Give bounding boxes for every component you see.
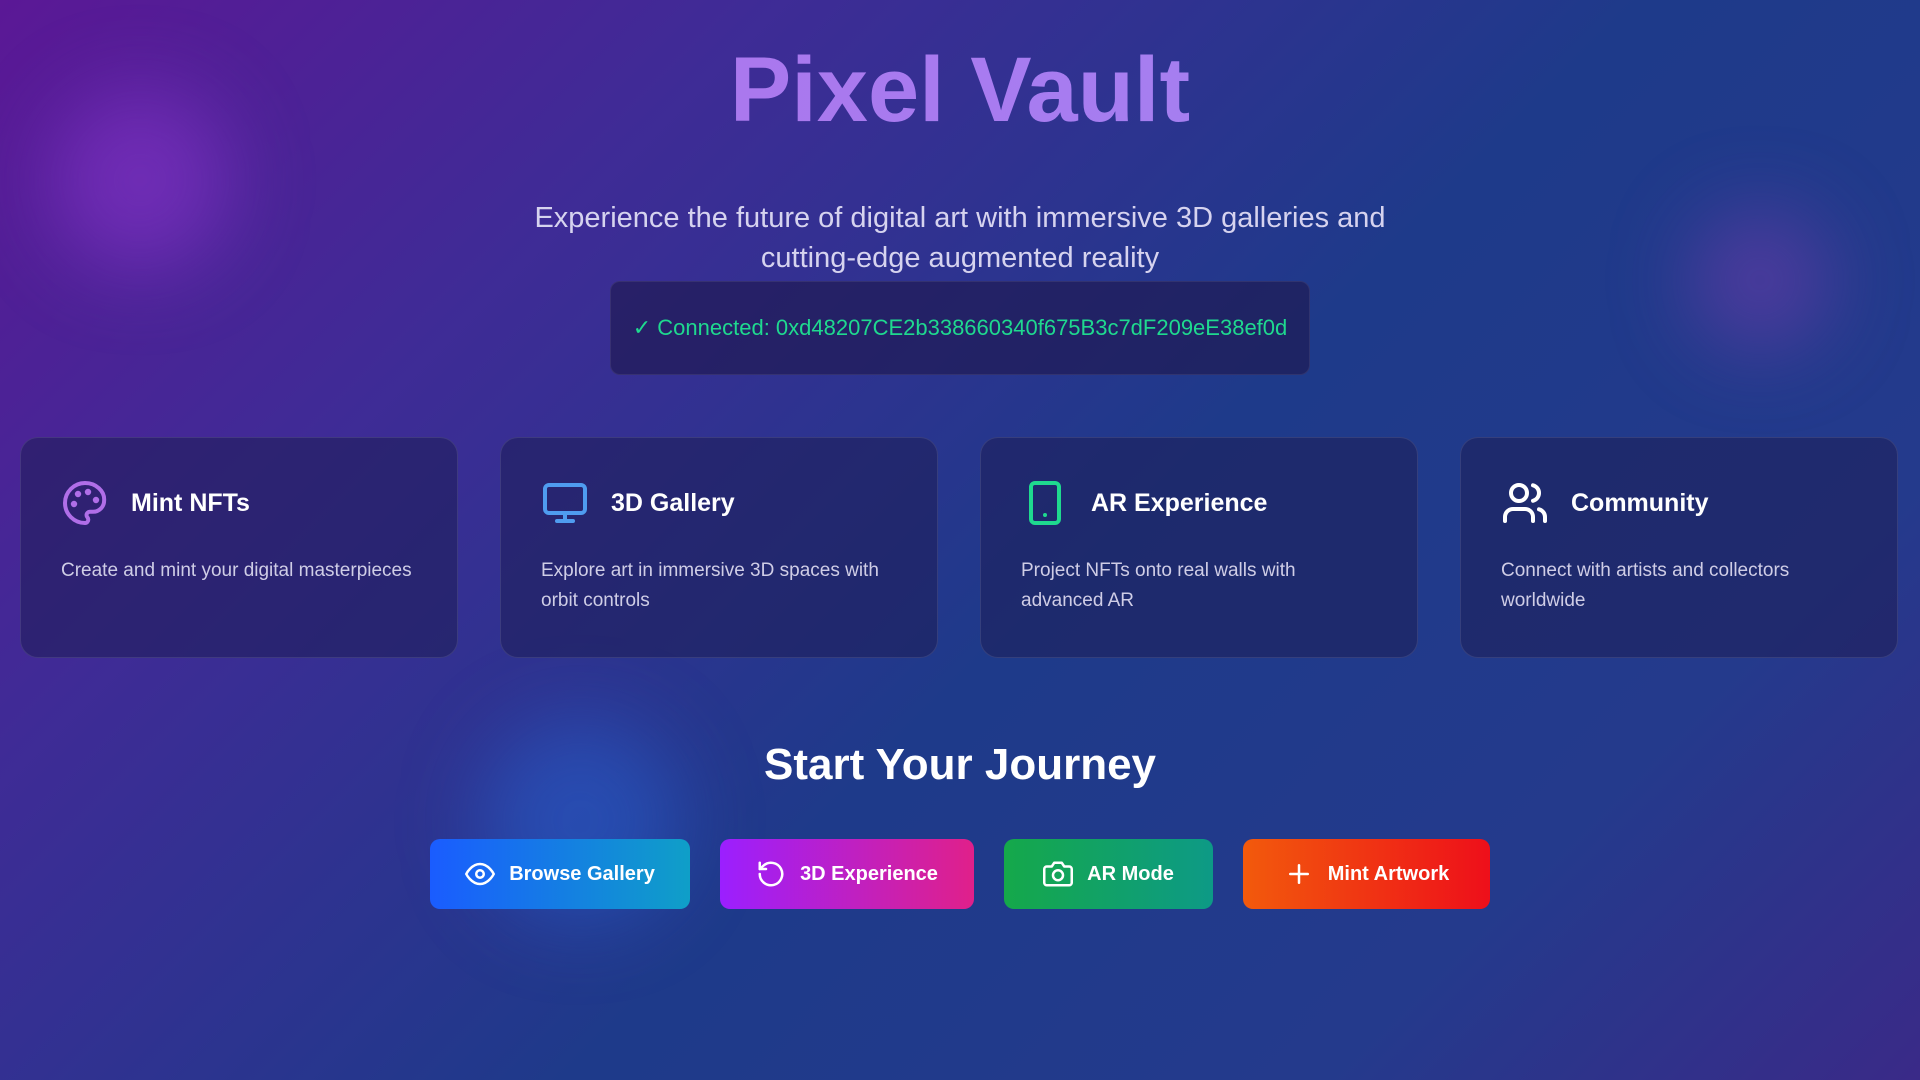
- camera-icon: [1043, 861, 1074, 887]
- smartphone-icon: [1021, 479, 1069, 527]
- feature-card-community[interactable]: Community Connect with artists and colle…: [1460, 437, 1898, 658]
- feature-card-title: Mint NFTs: [131, 488, 250, 517]
- plus-icon: [1288, 864, 1309, 884]
- rotate-icon: [758, 861, 784, 887]
- monitor-icon: [541, 479, 589, 527]
- hero-subtitle-line: Experience the future of digital art wit…: [534, 202, 1386, 234]
- feature-card-3d-gallery[interactable]: 3D Gallery Explore art in immersive 3D s…: [500, 437, 938, 658]
- wallet-connected-text: ✓ Connected: 0xd48207CE2b338660340f675B3…: [632, 315, 1288, 340]
- wallet-status-panel: ✓ Connected: 0xd48207CE2b338660340f675B3…: [610, 281, 1310, 375]
- feature-card-mint-nfts[interactable]: Mint NFTs Create and mint your digital m…: [20, 437, 458, 658]
- feature-card-title: Community: [1571, 488, 1709, 517]
- hero-subtitle: Experience the future of digital art wit…: [510, 198, 1410, 278]
- users-icon: [1501, 479, 1549, 527]
- feature-cards: Mint NFTs Create and mint your digital m…: [20, 437, 1900, 658]
- action-buttons: Browse Gallery 3D Experience AR Mode Min…: [0, 839, 1920, 909]
- feature-card-title: AR Experience: [1091, 488, 1268, 517]
- page-title: Pixel Vault: [0, 0, 1920, 140]
- feature-card-ar-experience[interactable]: AR Experience Project NFTs onto real wal…: [980, 437, 1418, 658]
- feature-card-description: Connect with artists and collectors worl…: [1501, 560, 1790, 611]
- feature-card-description: Create and mint your digital masterpiece…: [61, 560, 412, 581]
- 3d-experience-label: 3D Experience: [800, 862, 938, 885]
- ar-mode-button[interactable]: AR Mode: [1004, 839, 1213, 909]
- hero-subtitle-line: cutting-edge augmented reality: [760, 242, 1160, 274]
- feature-card-description: Project NFTs onto real walls with advanc…: [1021, 560, 1296, 611]
- browse-gallery-label: Browse Gallery: [509, 862, 655, 885]
- eye-icon: [465, 862, 496, 886]
- feature-card-description: Explore art in immersive 3D spaces with …: [541, 560, 879, 611]
- 3d-experience-button[interactable]: 3D Experience: [720, 839, 974, 909]
- ar-mode-label: AR Mode: [1087, 862, 1174, 885]
- browse-gallery-button[interactable]: Browse Gallery: [430, 839, 690, 909]
- hero-section: Pixel Vault Experience the future of dig…: [0, 0, 1920, 278]
- mint-artwork-label: Mint Artwork: [1327, 862, 1450, 885]
- journey-heading: Start Your Journey: [763, 740, 1157, 789]
- feature-card-title: 3D Gallery: [611, 488, 735, 517]
- palette-icon: [61, 479, 109, 527]
- mint-artwork-button[interactable]: Mint Artwork: [1243, 839, 1490, 909]
